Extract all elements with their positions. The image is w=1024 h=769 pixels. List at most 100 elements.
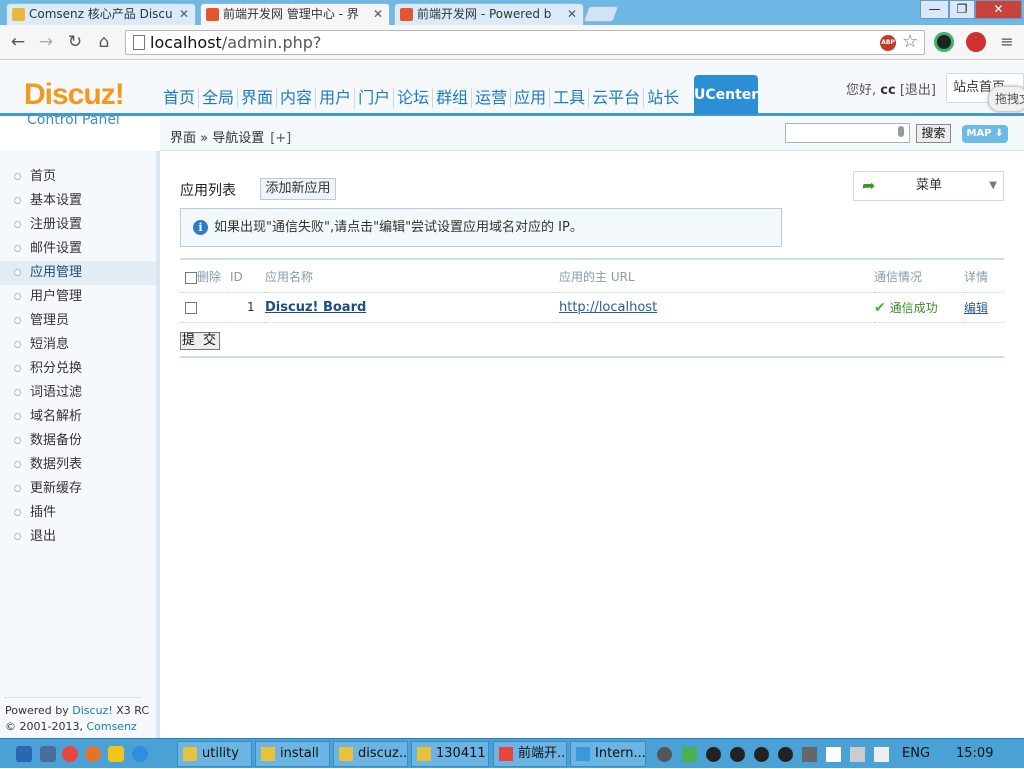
taskbar-task[interactable]: Intern... bbox=[570, 741, 646, 767]
row-checkbox[interactable] bbox=[185, 301, 197, 314]
sidebar-item[interactable]: 用户管理 bbox=[0, 285, 156, 309]
language-indicator[interactable]: ENG bbox=[902, 739, 930, 769]
sidebar-item[interactable]: 数据列表 bbox=[0, 453, 156, 477]
select-all-checkbox[interactable] bbox=[185, 271, 197, 284]
nav-item[interactable]: 群组 bbox=[433, 88, 473, 108]
sidebar-item[interactable]: 应用管理 bbox=[0, 261, 156, 285]
task-app-icon bbox=[339, 747, 353, 761]
browser-tab-3[interactable]: 前端开发网 - Powered b ✕ bbox=[394, 3, 584, 25]
nav-item[interactable]: 全局 bbox=[199, 88, 239, 108]
add-app-button[interactable]: 添加新应用 bbox=[260, 178, 336, 200]
chrome-icon[interactable] bbox=[62, 746, 78, 762]
qq-icon[interactable] bbox=[754, 747, 769, 762]
browser-tab-1[interactable]: Comsenz 核心产品 Discu ✕ bbox=[6, 3, 196, 25]
sidebar-item[interactable]: 词语过滤 bbox=[0, 381, 156, 405]
nav-item[interactable]: 应用 bbox=[511, 88, 551, 108]
nav-item[interactable]: 工具 bbox=[550, 88, 590, 108]
qq-icon[interactable] bbox=[778, 747, 793, 762]
discuz-link[interactable]: Discuz! bbox=[72, 704, 112, 717]
taskbar-task[interactable]: discuz... bbox=[333, 741, 408, 767]
search-button[interactable]: 搜索 bbox=[916, 124, 951, 143]
ie-tester-icon[interactable] bbox=[108, 746, 124, 762]
flag-icon[interactable] bbox=[826, 747, 841, 762]
close-icon[interactable]: ✕ bbox=[373, 4, 383, 24]
clock[interactable]: 15:09 bbox=[956, 739, 993, 769]
sidebar-item[interactable]: 插件 bbox=[0, 501, 156, 525]
bullet-icon bbox=[14, 341, 21, 348]
app-table: 删除 ID 应用名称 应用的主 URL 通信情况 详情 1 Discuz! Bo… bbox=[180, 262, 1004, 323]
sidebar-item[interactable]: 数据备份 bbox=[0, 429, 156, 453]
taskbar-task[interactable]: 130411 bbox=[411, 741, 489, 767]
display-icon[interactable] bbox=[40, 746, 56, 762]
qq-icon[interactable] bbox=[706, 747, 721, 762]
reload-icon[interactable]: ↻ bbox=[65, 32, 85, 52]
close-window-button[interactable]: ✕ bbox=[975, 0, 1022, 19]
bookmark-star-icon[interactable]: ☆ bbox=[902, 31, 918, 53]
close-icon[interactable]: ✕ bbox=[567, 4, 577, 24]
browser-tab-2[interactable]: 前端开发网 管理中心 - 界 ✕ bbox=[200, 3, 390, 25]
logout-link[interactable]: [退出] bbox=[900, 83, 936, 98]
forward-icon[interactable]: → bbox=[36, 32, 56, 52]
nav-item[interactable]: 内容 bbox=[277, 88, 317, 108]
search-input[interactable] bbox=[785, 123, 910, 143]
sidebar-item[interactable]: 短消息 bbox=[0, 333, 156, 357]
volume-icon[interactable] bbox=[874, 747, 889, 762]
maximize-button[interactable]: ❐ bbox=[949, 0, 975, 19]
bullet-icon bbox=[14, 197, 21, 204]
security-icon[interactable] bbox=[682, 747, 697, 762]
nav-item[interactable]: 首页 bbox=[160, 88, 200, 108]
menu-dropdown[interactable]: ➦ 菜单 ▼ bbox=[853, 171, 1004, 201]
nav-item[interactable]: 门户 bbox=[355, 88, 395, 108]
sidebar-item[interactable]: 退出 bbox=[0, 525, 156, 549]
qq-icon[interactable] bbox=[730, 747, 745, 762]
nav-item[interactable]: 云平台 bbox=[589, 88, 645, 108]
sidebar-item[interactable]: 首页 bbox=[0, 165, 156, 189]
chrome-menu-icon[interactable]: ≡ bbox=[997, 32, 1017, 52]
back-icon[interactable]: ← bbox=[8, 32, 28, 52]
extension-camera-icon[interactable] bbox=[934, 32, 954, 52]
internet-explorer-icon[interactable] bbox=[132, 746, 148, 762]
discuz-logo: Discuz! bbox=[24, 78, 125, 111]
bullet-icon bbox=[14, 245, 21, 252]
minimize-button[interactable]: — bbox=[920, 0, 949, 19]
new-tab-button[interactable] bbox=[583, 6, 619, 22]
sidebar-item[interactable]: 更新缓存 bbox=[0, 477, 156, 501]
extension-stop-icon[interactable] bbox=[966, 32, 986, 52]
submit-button[interactable]: 提 交 bbox=[180, 332, 220, 350]
taskbar-task[interactable]: utility bbox=[177, 741, 252, 767]
firefox-icon[interactable] bbox=[85, 746, 101, 762]
app-name-link[interactable]: Discuz! Board bbox=[265, 300, 366, 315]
nav-item[interactable]: 界面 bbox=[238, 88, 278, 108]
sidebar-item[interactable]: 注册设置 bbox=[0, 213, 156, 237]
drag-tooltip[interactable]: 拖拽文 bbox=[988, 86, 1024, 112]
home-icon[interactable]: ⌂ bbox=[94, 32, 114, 52]
bullet-icon bbox=[14, 413, 21, 420]
close-icon[interactable]: ✕ bbox=[179, 4, 189, 24]
task-app-icon bbox=[576, 747, 590, 761]
adblock-icon[interactable]: ABP bbox=[880, 35, 896, 51]
map-button[interactable]: MAP ⬇ bbox=[962, 125, 1008, 143]
edit-link[interactable]: 编辑 bbox=[964, 301, 988, 315]
taskbar-task[interactable]: 前端开... bbox=[493, 741, 567, 767]
app-url-link[interactable]: http://localhost bbox=[559, 300, 657, 315]
shield-icon[interactable] bbox=[802, 747, 817, 762]
nav-item[interactable]: 运营 bbox=[472, 88, 512, 108]
taskbar-task[interactable]: install bbox=[255, 741, 330, 767]
sidebar-item[interactable]: 积分兑换 bbox=[0, 357, 156, 381]
desktop-icon[interactable] bbox=[16, 746, 32, 762]
network-error-icon[interactable] bbox=[850, 747, 865, 762]
network-icon[interactable] bbox=[657, 747, 672, 762]
nav-item-ucenter[interactable]: UCenter bbox=[694, 75, 758, 114]
sidebar-item-label: 退出 bbox=[30, 529, 57, 544]
address-bar[interactable]: localhost/admin.php? ABP ☆ bbox=[125, 30, 925, 55]
sidebar-item[interactable]: 管理员 bbox=[0, 309, 156, 333]
sidebar-item[interactable]: 域名解析 bbox=[0, 405, 156, 429]
sidebar-item[interactable]: 基本设置 bbox=[0, 189, 156, 213]
microphone-icon[interactable] bbox=[898, 126, 904, 137]
add-shortcut-link[interactable]: [+] bbox=[270, 131, 291, 146]
nav-item[interactable]: 站长 bbox=[644, 88, 682, 108]
sidebar-item[interactable]: 邮件设置 bbox=[0, 237, 156, 261]
nav-item[interactable]: 论坛 bbox=[394, 88, 434, 108]
nav-item[interactable]: 用户 bbox=[316, 88, 356, 108]
windows-taskbar: utility install discuz... 130411 前端开... Inter… bbox=[0, 738, 1024, 768]
